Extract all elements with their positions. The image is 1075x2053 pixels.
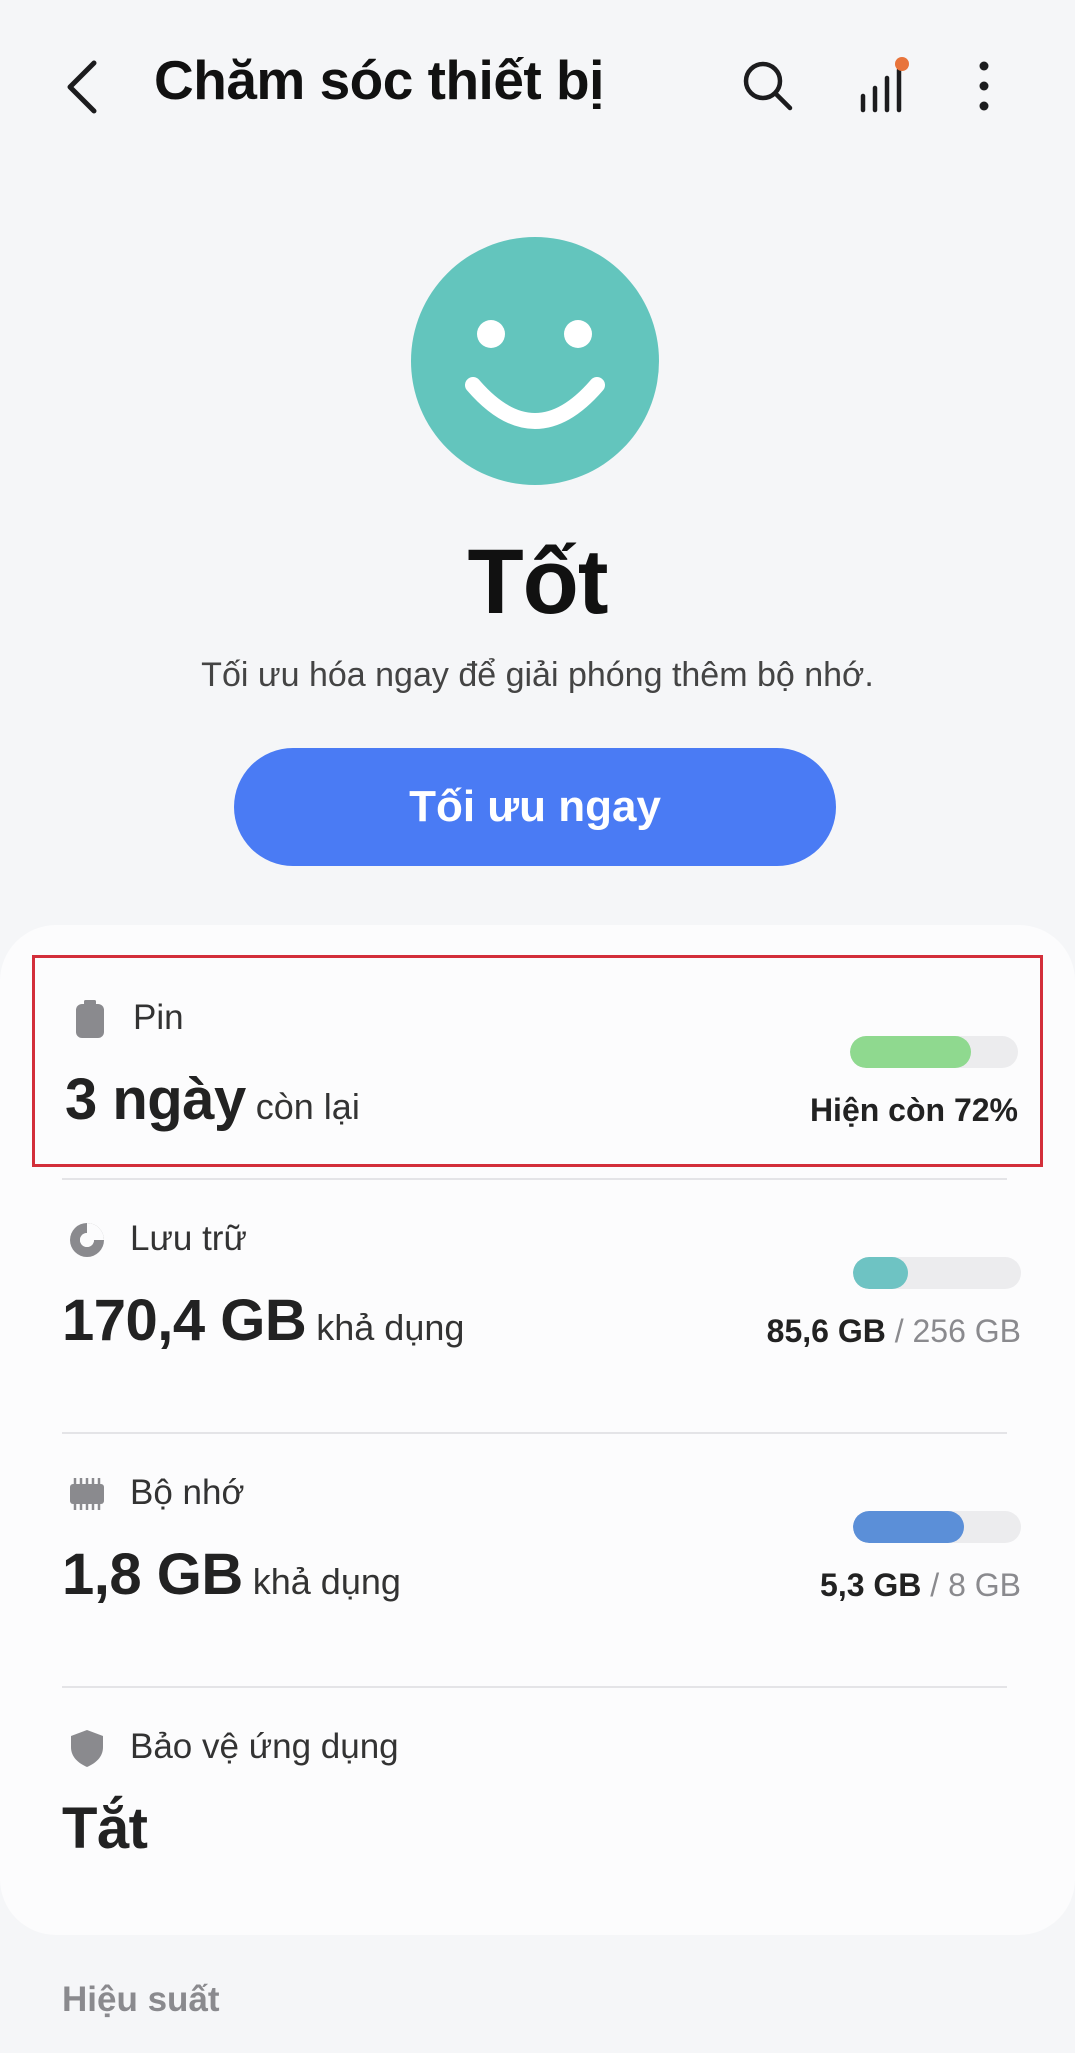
battery-level-fill bbox=[850, 1036, 971, 1068]
battery-remaining: 3 ngày bbox=[65, 1067, 246, 1132]
battery-label: Pin bbox=[133, 998, 184, 1037]
battery-value: 3 ngày còn lại bbox=[65, 1066, 360, 1133]
memory-row[interactable]: Bộ nhớ 1,8 GB khả dụng 5,3 GB / 8 GB bbox=[32, 1433, 1043, 1645]
device-status-card: Pin 3 ngày còn lại Hiện còn 72% Lưu trữ 1… bbox=[0, 925, 1075, 1935]
back-button[interactable] bbox=[52, 52, 112, 122]
signal-bars-icon bbox=[860, 57, 909, 113]
storage-row[interactable]: Lưu trữ 170,4 GB khả dụng 85,6 GB / 256 G… bbox=[32, 1179, 1043, 1391]
app-protection-label: Bảo vệ ứng dụng bbox=[130, 1727, 399, 1766]
status-title: Tốt bbox=[467, 531, 608, 633]
app-protection-row[interactable]: Bảo vệ ứng dụng Tắt bbox=[32, 1687, 1043, 1899]
storage-level-bar bbox=[853, 1257, 1021, 1289]
status-subtitle: Tối ưu hóa ngay để giải phóng thêm bộ nh… bbox=[201, 656, 874, 694]
battery-unit: còn lại bbox=[255, 1086, 360, 1127]
optimize-now-button[interactable]: Tối ưu ngay bbox=[234, 748, 836, 866]
pie-chart-icon bbox=[70, 1223, 104, 1257]
storage-total: / 256 GB bbox=[894, 1313, 1021, 1349]
app-protection-status: Tắt bbox=[62, 1796, 148, 1861]
memory-total: / 8 GB bbox=[930, 1567, 1021, 1603]
memory-level-fill bbox=[853, 1511, 964, 1543]
battery-icon bbox=[76, 1000, 104, 1038]
search-icon bbox=[743, 61, 793, 111]
memory-level-bar bbox=[853, 1511, 1021, 1543]
memory-usage-text: 5,3 GB / 8 GB bbox=[820, 1567, 1021, 1604]
performance-stats-button[interactable] bbox=[847, 50, 919, 122]
performance-section-label: Hiệu suất bbox=[62, 1980, 220, 2019]
battery-percent-text: Hiện còn 72% bbox=[810, 1092, 1018, 1129]
storage-label: Lưu trữ bbox=[130, 1219, 247, 1258]
battery-row[interactable]: Pin 3 ngày còn lại Hiện còn 72% bbox=[32, 955, 1043, 1167]
memory-chip-icon bbox=[70, 1478, 104, 1510]
memory-unit: khả dụng bbox=[252, 1561, 401, 1602]
search-button[interactable] bbox=[732, 50, 804, 122]
storage-level-fill bbox=[853, 1257, 909, 1289]
storage-available: 170,4 GB bbox=[62, 1288, 307, 1353]
more-options-button[interactable] bbox=[948, 50, 1020, 122]
memory-value: 1,8 GB khả dụng bbox=[62, 1541, 401, 1608]
smiley-face-icon bbox=[411, 237, 659, 485]
app-bar: Chăm sóc thiết bị bbox=[0, 0, 1075, 180]
notification-dot bbox=[895, 57, 909, 71]
storage-usage-text: 85,6 GB / 256 GB bbox=[767, 1313, 1021, 1350]
more-vertical-icon bbox=[979, 61, 989, 111]
storage-unit: khả dụng bbox=[316, 1307, 465, 1348]
battery-level-bar bbox=[850, 1036, 1018, 1068]
shield-icon bbox=[71, 1730, 103, 1767]
page-title: Chăm sóc thiết bị bbox=[154, 49, 604, 111]
storage-value: 170,4 GB khả dụng bbox=[62, 1287, 464, 1354]
memory-label: Bộ nhớ bbox=[130, 1473, 245, 1512]
chevron-left-icon bbox=[67, 60, 97, 114]
memory-available: 1,8 GB bbox=[62, 1542, 243, 1607]
battery-current: Hiện còn 72% bbox=[809, 1092, 1018, 1128]
memory-used: 5,3 GB bbox=[820, 1567, 922, 1603]
app-protection-value: Tắt bbox=[62, 1795, 148, 1862]
storage-used: 85,6 GB bbox=[766, 1313, 886, 1349]
